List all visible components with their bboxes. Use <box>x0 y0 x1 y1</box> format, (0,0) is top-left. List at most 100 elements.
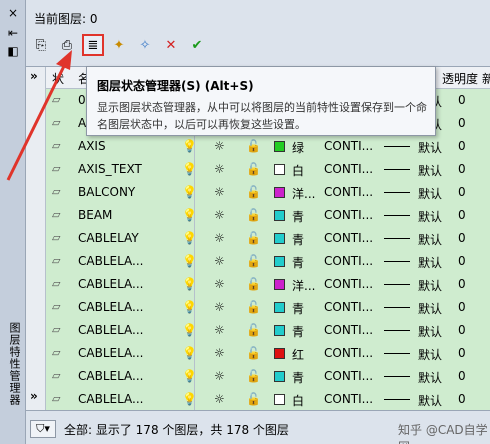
layer-transparency[interactable]: 0 <box>458 93 466 107</box>
layer-linetype[interactable]: CONTI... <box>324 139 373 153</box>
layer-color[interactable]: 青 <box>292 369 304 386</box>
unlock-icon[interactable]: 🔓 <box>246 369 261 383</box>
layer-linetype[interactable]: CONTI... <box>324 277 373 291</box>
sun-icon[interactable]: ☼ <box>214 162 225 176</box>
layer-status-icon[interactable]: ▱ <box>52 139 60 152</box>
layer-transparency[interactable]: 0 <box>458 139 466 153</box>
layer-transparency[interactable]: 0 <box>458 162 466 176</box>
layer-transparency[interactable]: 0 <box>458 392 466 406</box>
layer-name[interactable]: CABLELA... <box>78 300 144 314</box>
layer-status-icon[interactable]: ▱ <box>52 208 60 221</box>
sun-icon[interactable]: ☼ <box>214 277 225 291</box>
color-swatch[interactable] <box>274 164 285 175</box>
unlock-icon[interactable]: 🔓 <box>246 231 261 245</box>
header-extra[interactable]: 新 <box>482 70 490 87</box>
color-swatch[interactable] <box>274 348 285 359</box>
layer-name[interactable]: AXIS_TEXT <box>78 162 142 176</box>
set-current-button[interactable]: ✔ <box>186 34 208 56</box>
lightbulb-icon[interactable]: 💡 <box>182 392 197 406</box>
color-swatch[interactable] <box>274 256 285 267</box>
table-row[interactable]: ▱ AXIS_TEXT 💡 ☼ 🔓 白 CONTI... 默认 0 <box>46 158 490 181</box>
layer-name[interactable]: CABLELA... <box>78 346 144 360</box>
layer-name[interactable]: A <box>78 116 86 130</box>
color-swatch[interactable] <box>274 394 285 405</box>
layer-color[interactable]: 洋... <box>292 185 315 202</box>
color-swatch[interactable] <box>274 279 285 290</box>
table-row[interactable]: ▱ CABLELA... 💡 ☼ 🔓 白 CONTI... 默认 0 <box>46 388 490 411</box>
layer-lineweight[interactable]: 默认 <box>418 162 442 179</box>
unlock-icon[interactable]: 🔓 <box>246 162 261 176</box>
layer-status-icon[interactable]: ▱ <box>52 346 60 359</box>
table-row[interactable]: ▱ CABLELA... 💡 ☼ 🔓 青 CONTI... 默认 0 <box>46 296 490 319</box>
table-row[interactable]: ▱ CABLELA... 💡 ☼ 🔓 青 CONTI... 默认 0 <box>46 319 490 342</box>
unlock-icon[interactable]: 🔓 <box>246 323 261 337</box>
lightbulb-icon[interactable]: 💡 <box>182 139 197 153</box>
layer-color[interactable]: 青 <box>292 254 304 271</box>
color-swatch[interactable] <box>274 371 285 382</box>
layer-lineweight[interactable]: 默认 <box>418 300 442 317</box>
invert-filter-dropdown[interactable]: ⛉▾ <box>30 420 56 438</box>
table-row[interactable]: ▱ CABLELA... 💡 ☼ 🔓 红 CONTI... 默认 0 <box>46 342 490 365</box>
filter-tree-collapse[interactable]: » » <box>26 67 46 411</box>
color-swatch[interactable] <box>274 325 285 336</box>
layer-color[interactable]: 青 <box>292 231 304 248</box>
auto-hide-icon[interactable]: ⇤ <box>6 26 20 40</box>
sun-icon[interactable]: ☼ <box>214 346 225 360</box>
unlock-icon[interactable]: 🔓 <box>246 254 261 268</box>
layer-name[interactable]: 0 <box>78 93 86 107</box>
layer-linetype[interactable]: CONTI... <box>324 162 373 176</box>
layer-color[interactable]: 青 <box>292 323 304 340</box>
layer-lineweight[interactable]: 默认 <box>418 323 442 340</box>
table-row[interactable]: ▱ BEAM 💡 ☼ 🔓 青 CONTI... 默认 0 <box>46 204 490 227</box>
expand-filter-icon[interactable]: » <box>30 69 38 83</box>
layer-transparency[interactable]: 0 <box>458 254 466 268</box>
layer-color[interactable]: 洋... <box>292 277 315 294</box>
layer-lineweight[interactable]: 默认 <box>418 139 442 156</box>
color-swatch[interactable] <box>274 210 285 221</box>
layer-transparency[interactable]: 0 <box>458 231 466 245</box>
new-property-filter-button[interactable]: ⎘ <box>30 34 52 56</box>
layer-linetype[interactable]: CONTI... <box>324 254 373 268</box>
new-layer-button[interactable]: ✦ <box>108 34 130 56</box>
layer-name[interactable]: CABLELA... <box>78 369 144 383</box>
unlock-icon[interactable]: 🔓 <box>246 300 261 314</box>
layer-lineweight[interactable]: 默认 <box>418 392 442 409</box>
layer-color[interactable]: 白 <box>292 392 304 409</box>
lightbulb-icon[interactable]: 💡 <box>182 277 197 291</box>
layer-linetype[interactable]: CONTI... <box>324 369 373 383</box>
unlock-icon[interactable]: 🔓 <box>246 208 261 222</box>
lightbulb-icon[interactable]: 💡 <box>182 208 197 222</box>
unlock-icon[interactable]: 🔓 <box>246 139 261 153</box>
layer-color[interactable]: 青 <box>292 300 304 317</box>
layer-status-icon[interactable]: ▱ <box>52 277 60 290</box>
layer-transparency[interactable]: 0 <box>458 185 466 199</box>
layer-status-icon[interactable]: ▱ <box>52 162 60 175</box>
table-row[interactable]: ▱ CABLELA... 💡 ☼ 🔓 青 CONTI... 默认 0 <box>46 365 490 388</box>
layer-linetype[interactable]: CONTI... <box>324 300 373 314</box>
layer-lineweight[interactable]: 默认 <box>418 208 442 225</box>
layer-color[interactable]: 红 <box>292 346 304 363</box>
sun-icon[interactable]: ☼ <box>214 369 225 383</box>
layer-status-icon[interactable]: ▱ <box>52 392 60 405</box>
layer-name[interactable]: CABLELA... <box>78 254 144 268</box>
layer-name[interactable]: BALCONY <box>78 185 135 199</box>
layer-lineweight[interactable]: 默认 <box>418 231 442 248</box>
table-row[interactable]: ▱ BALCONY 💡 ☼ 🔓 洋... CONTI... 默认 0 <box>46 181 490 204</box>
layer-name[interactable]: CABLELA... <box>78 392 144 406</box>
sun-icon[interactable]: ☼ <box>214 185 225 199</box>
layer-transparency[interactable]: 0 <box>458 369 466 383</box>
sun-icon[interactable]: ☼ <box>214 323 225 337</box>
layer-lineweight[interactable]: 默认 <box>418 185 442 202</box>
layer-transparency[interactable]: 0 <box>458 208 466 222</box>
new-layer-vp-frozen-button[interactable]: ✧ <box>134 34 156 56</box>
layer-linetype[interactable]: CONTI... <box>324 185 373 199</box>
layer-transparency[interactable]: 0 <box>458 116 466 130</box>
layer-status-icon[interactable]: ▱ <box>52 300 60 313</box>
lightbulb-icon[interactable]: 💡 <box>182 346 197 360</box>
layer-status-icon[interactable]: ▱ <box>52 116 60 129</box>
layer-transparency[interactable]: 0 <box>458 300 466 314</box>
layer-color[interactable]: 白 <box>292 162 304 179</box>
layer-name[interactable]: CABLELAY <box>78 231 139 245</box>
layer-lineweight[interactable]: 默认 <box>418 369 442 386</box>
layer-name[interactable]: CABLELA... <box>78 277 144 291</box>
